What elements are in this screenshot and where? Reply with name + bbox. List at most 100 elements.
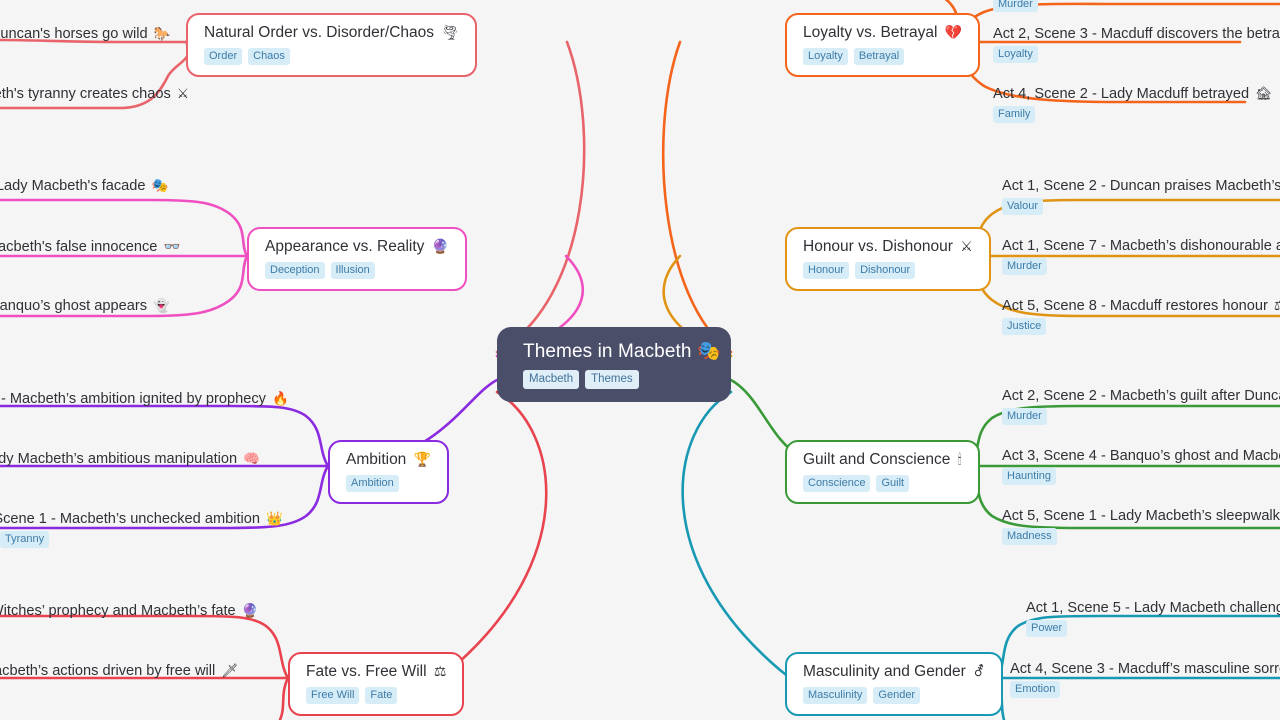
crossed-swords-icon: ⚔ [176,86,189,101]
leaf-text: Act 2, Scene 4 - Duncan's horses go wild… [0,26,171,42]
branch-tag[interactable]: Dishonour [855,262,916,279]
link-natural-order [495,40,586,354]
mindmap-canvas[interactable]: Themes in Macbeth 🎭 Macbeth Themes Murde… [0,0,1280,720]
branch-tag[interactable]: Loyalty [803,48,848,65]
broken-heart-icon: 💔 [944,24,963,40]
leaf-node[interactable]: Act 3, Scene 1 - Macbeth’s unchecked amb… [0,511,283,548]
trophy-icon: 🏆 [413,451,432,467]
root-tag[interactable]: Themes [585,370,639,389]
leaf-node[interactable]: Act 3, Scene 4 - Banquo’s ghost appears … [0,298,170,335]
leaf-node[interactable]: Act 3, Scene 4 - Banquo’s ghost and Macb… [1002,448,1280,485]
clipped-murder-tag: Murder [993,0,1038,12]
leaf-node[interactable]: Act 1, Scene 7 - Lady Macbeth’s ambitiou… [0,451,260,471]
leaf-node[interactable]: Act 1, Scene 3 - Witches’ prophecy and M… [0,603,259,623]
branch-title: Appearance vs. Reality 🔮 [265,238,450,255]
branch-tag[interactable]: Free Will [306,687,360,704]
branch-tag[interactable]: Conscience [803,475,871,492]
branch-tag[interactable]: Chaos [248,48,290,65]
root-tag[interactable]: Macbeth [523,370,580,389]
leaf-node[interactable]: Act 1, Scene 7 - Macbeth’s dishonourable… [1002,238,1280,275]
branch-tag[interactable]: Gender [873,687,921,704]
leaf-tag[interactable]: Family [993,106,1036,123]
leaf-text: Act 1, Scene 5 - Lady Macbeth's facade 🎭 [0,178,169,194]
leaf-text: Act 5, Scene 1 - Lady Macbeth’s sleepwal… [1002,508,1280,524]
branch-tag[interactable]: Illusion [330,262,375,279]
crystal-ball-icon: 🔮 [431,238,450,254]
leaf-text: Act 5, Scene 8 - Macduff restores honour… [1002,298,1280,314]
leaf-tag[interactable]: Madness [1002,528,1057,545]
branch-title: Guilt and Conscience 🕯 [803,451,962,468]
leaf-node[interactable]: Act 2, Scene 1 - Macbeth’s actions drive… [0,663,238,683]
leaf-node[interactable]: Act 1, Scene 3 - Macbeth’s ambition igni… [0,391,289,411]
branch-title: Ambition 🏆 [346,451,432,468]
leaf-tag-row: Murder [1002,258,1280,275]
branch-masculinity-gender[interactable]: Masculinity and Gender ⚦ Masculinity Gen… [785,652,1003,716]
leaf-tag[interactable]: Valour [1002,198,1043,215]
branch-tag[interactable]: Deception [265,262,325,279]
branch-tag[interactable]: Guilt [876,475,910,492]
leaf-node[interactable]: Act 4, Scene 3 - Macduff’s masculine sor… [1010,661,1280,698]
branch-natural-order[interactable]: Natural Order vs. Disorder/Chaos 🌪 Order… [186,13,478,77]
crystal-ball-icon: 🔮 [241,603,259,618]
branch-fate-free-will[interactable]: Fate vs. Free Will ⚖ Free Will Fate [288,652,465,716]
leaf-node[interactable]: Act 4, Scene 3 - Macbeth's tyranny creat… [0,86,189,106]
leaf-node[interactable]: Act 2, Scene 3 - Macduff discovers the b… [993,26,1280,63]
crossed-swords-icon: ⚔ [960,238,973,254]
leaf-tag-row: Power [1026,620,1280,637]
derelict-house-icon: 🏚 [1255,86,1273,101]
branch-tag[interactable]: Masculinity [803,687,868,704]
leaf-text: Act 1, Scene 7 - Macbeth’s dishonourable… [1002,238,1280,254]
tornado-icon: 🌪 [441,24,460,40]
leaf-node[interactable]: Act 5, Scene 8 - Macduff restores honour… [1002,298,1280,335]
leaf-tag[interactable]: Tyranny [0,531,50,548]
leaf-node[interactable]: Act 2, Scene 4 - Duncan's horses go wild… [0,26,170,46]
root-node[interactable]: Themes in Macbeth 🎭 Macbeth Themes [497,327,731,402]
branch-guilt-conscience[interactable]: Guilt and Conscience 🕯 Conscience Guilt [785,440,980,504]
male-female-sign-icon: ⚦ [973,663,985,679]
branch-title: Masculinity and Gender ⚦ [803,663,985,680]
leaf-tag-row: Family [993,106,1272,123]
leaf-text: Act 2, Scene 1 - Macbeth’s actions drive… [0,663,239,679]
dagger-icon: 🗡 [221,663,239,678]
branch-tag-row: Deception Illusion [265,262,449,279]
branch-tag-row: Masculinity Gender [803,687,985,704]
theatre-masks-icon: 🎭 [151,178,169,193]
leaf-text: Act 4, Scene 3 - Macduff’s masculine sor… [1010,661,1280,677]
leaf-node[interactable]: Act 1, Scene 5 - Lady Macbeth challenges… [1026,600,1280,637]
leaf-tag[interactable]: Loyalty [993,46,1038,63]
leaf-tag[interactable]: Murder [1002,408,1047,425]
leaf-node[interactable]: Act 2, Scene 3 - Macbeth's false innocen… [0,239,180,259]
root-title: Themes in Macbeth 🎭 [523,341,721,362]
branch-tag[interactable]: Order [204,48,243,65]
leaf-node[interactable]: Act 1, Scene 5 - Lady Macbeth's facade 🎭… [0,178,168,215]
branch-tag-row: Honour Dishonour [803,262,973,279]
branch-tag[interactable]: Betrayal [853,48,905,65]
leaf-text: Act 1, Scene 7 - Lady Macbeth’s ambitiou… [0,451,261,467]
leaf-text: Act 4, Scene 2 - Lady Macduff betrayed 🏚 [993,86,1273,102]
leaf-node[interactable]: Act 5, Scene 1 - Lady Macbeth’s sleepwal… [1002,508,1280,545]
leaf-tag[interactable]: Justice [1002,318,1047,335]
leaf-tag-row: Valour [1002,198,1280,215]
theatre-masks-icon: 🎭 [696,341,721,362]
leaf-tag[interactable]: Power [1026,620,1068,637]
branch-loyalty-betrayal[interactable]: Loyalty vs. Betrayal 💔 Loyalty Betrayal [785,13,981,77]
branch-title: Natural Order vs. Disorder/Chaos 🌪 [204,24,460,41]
branch-tag[interactable]: Honour [803,262,850,279]
leaf-tag[interactable]: Emotion [1010,681,1061,698]
branch-tag[interactable]: Fate [365,687,398,704]
glasses-icon: 👓 [163,239,181,254]
leaf-text: Act 1, Scene 3 - Witches’ prophecy and M… [0,603,259,619]
leaf-tag[interactable]: Murder [993,0,1038,12]
leaf-node[interactable]: Act 4, Scene 2 - Lady Macduff betrayed 🏚… [993,86,1272,123]
branch-appearance-reality[interactable]: Appearance vs. Reality 🔮 Deception Illus… [247,227,468,291]
leaf-tag[interactable]: Haunting [1002,468,1057,485]
branch-tag-row: Free Will Fate [306,687,446,704]
leaf-node[interactable]: Act 2, Scene 2 - Macbeth’s guilt after D… [1002,388,1280,425]
leaf-tag-row: Haunting [1002,468,1280,485]
link-fate-tail [278,676,290,720]
leaf-node[interactable]: Act 1, Scene 2 - Duncan praises Macbeth’… [1002,178,1280,215]
branch-honour-dishonour[interactable]: Honour vs. Dishonour ⚔ Honour Dishonour [785,227,991,291]
branch-tag[interactable]: Ambition [346,475,399,492]
leaf-tag[interactable]: Murder [1002,258,1047,275]
branch-ambition[interactable]: Ambition 🏆 Ambition [328,440,450,504]
